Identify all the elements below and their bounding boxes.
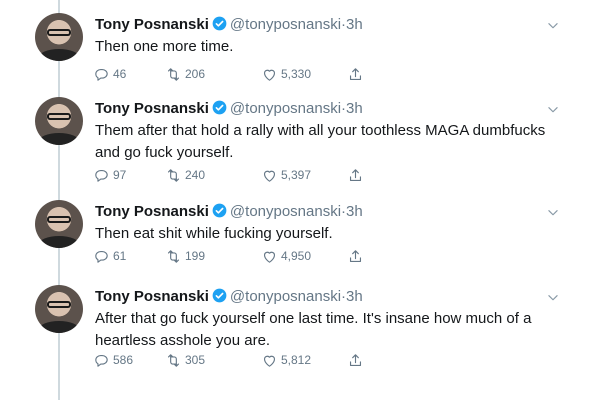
like-count: 4,950 xyxy=(281,249,312,263)
chevron-down-icon[interactable] xyxy=(546,291,560,305)
share-icon xyxy=(349,67,362,80)
heart-icon xyxy=(263,355,276,367)
avatar-glasses xyxy=(47,301,71,308)
avatar-glasses xyxy=(47,29,71,36)
like-button[interactable]: 5,330 xyxy=(261,65,311,83)
share-button[interactable] xyxy=(347,351,367,369)
reply-count: 46 xyxy=(113,67,127,81)
timestamp[interactable]: 3h xyxy=(346,16,363,33)
reply-button[interactable]: 97 xyxy=(93,166,126,184)
share-button[interactable] xyxy=(347,247,367,265)
reply-icon xyxy=(95,354,108,367)
tweet-header: Tony Posnanski @tonyposnanski·3h xyxy=(95,203,363,220)
avatar[interactable] xyxy=(35,285,83,333)
retweet-count: 199 xyxy=(185,249,206,263)
retweet-button[interactable]: 199 xyxy=(165,247,205,265)
tweet-header: Tony Posnanski @tonyposnanski·3h xyxy=(95,100,363,117)
reply-button[interactable]: 46 xyxy=(93,65,126,83)
retweet-icon xyxy=(167,168,180,182)
share-icon xyxy=(349,353,362,366)
heart-icon xyxy=(263,69,276,81)
tweet[interactable]: Tony Posnanski @tonyposnanski·3h Then one… xyxy=(0,13,600,93)
retweet-count: 240 xyxy=(185,168,206,182)
reply-icon xyxy=(95,169,108,182)
tweet-header: Tony Posnanski @tonyposnanski·3h xyxy=(95,288,363,305)
like-button[interactable]: 5,397 xyxy=(261,166,311,184)
reply-icon xyxy=(95,250,108,263)
share-button[interactable] xyxy=(347,166,367,184)
author-name[interactable]: Tony Posnanski xyxy=(95,203,209,220)
tweet-header: Tony Posnanski @tonyposnanski·3h xyxy=(95,16,363,33)
share-button[interactable] xyxy=(347,65,367,83)
tweet-text: Them after that hold a rally with all yo… xyxy=(95,122,546,161)
avatar-shirt xyxy=(39,236,79,248)
timestamp[interactable]: 3h xyxy=(346,100,363,117)
reply-count: 586 xyxy=(113,353,134,367)
tweet-text: After that go fuck yourself one last tim… xyxy=(95,310,532,349)
share-icon xyxy=(349,249,362,262)
avatar-shirt xyxy=(39,133,79,145)
reply-icon xyxy=(95,68,108,81)
tweet-actions: 46 206 5,330 xyxy=(93,65,373,83)
like-count: 5,397 xyxy=(281,168,312,182)
tweet-actions: 61 199 4,950 xyxy=(93,247,373,265)
tweet[interactable]: Tony Posnanski @tonyposnanski·3h Then eat… xyxy=(0,200,600,280)
timestamp[interactable]: 3h xyxy=(346,203,363,220)
retweet-icon xyxy=(167,249,180,263)
author-name[interactable]: Tony Posnanski xyxy=(95,288,209,305)
retweet-icon xyxy=(167,353,180,367)
avatar[interactable] xyxy=(35,97,83,145)
like-count: 5,812 xyxy=(281,353,312,367)
retweet-count: 305 xyxy=(185,353,206,367)
chevron-down-icon[interactable] xyxy=(546,103,560,117)
author-handle[interactable]: @tonyposnanski xyxy=(230,100,341,117)
reply-button[interactable]: 586 xyxy=(93,351,133,369)
avatar-glasses xyxy=(47,216,71,223)
retweet-button[interactable]: 240 xyxy=(165,166,205,184)
chevron-down-icon[interactable] xyxy=(546,206,560,220)
tweet[interactable]: Tony Posnanski @tonyposnanski·3h Them aft… xyxy=(0,97,600,197)
tweet-actions: 586 305 5,812 xyxy=(93,351,373,369)
reply-button[interactable]: 61 xyxy=(93,247,126,265)
tweet-actions: 97 240 5,397 xyxy=(93,166,373,184)
tweet[interactable]: Tony Posnanski @tonyposnanski·3h After th… xyxy=(0,285,600,395)
tweet-text: Then one more time. xyxy=(95,38,234,55)
verified-badge-icon xyxy=(212,203,227,218)
author-name[interactable]: Tony Posnanski xyxy=(95,16,209,33)
author-handle[interactable]: @tonyposnanski xyxy=(230,288,341,305)
like-button[interactable]: 5,812 xyxy=(261,351,311,369)
author-name[interactable]: Tony Posnanski xyxy=(95,100,209,117)
avatar-glasses xyxy=(47,113,71,120)
retweet-button[interactable]: 206 xyxy=(165,65,205,83)
tweet-thread: Tony Posnanski @tonyposnanski·3h Then one… xyxy=(0,0,600,400)
retweet-button[interactable]: 305 xyxy=(165,351,205,369)
like-button[interactable]: 4,950 xyxy=(261,247,311,265)
author-handle[interactable]: @tonyposnanski xyxy=(230,16,341,33)
chevron-down-icon[interactable] xyxy=(546,19,560,33)
avatar[interactable] xyxy=(35,200,83,248)
share-icon xyxy=(349,168,362,181)
like-count: 5,330 xyxy=(281,67,312,81)
avatar-shirt xyxy=(39,49,79,61)
avatar-shirt xyxy=(39,321,79,333)
author-handle[interactable]: @tonyposnanski xyxy=(230,203,341,220)
verified-badge-icon xyxy=(212,16,227,31)
timestamp[interactable]: 3h xyxy=(346,288,363,305)
retweet-count: 206 xyxy=(185,67,206,81)
reply-count: 97 xyxy=(113,168,127,182)
avatar[interactable] xyxy=(35,13,83,61)
tweet-text: Then eat shit while fucking yourself. xyxy=(95,225,333,242)
verified-badge-icon xyxy=(212,100,227,115)
reply-count: 61 xyxy=(113,249,127,263)
verified-badge-icon xyxy=(212,288,227,303)
retweet-icon xyxy=(167,67,180,81)
heart-icon xyxy=(263,251,276,263)
heart-icon xyxy=(263,170,276,182)
